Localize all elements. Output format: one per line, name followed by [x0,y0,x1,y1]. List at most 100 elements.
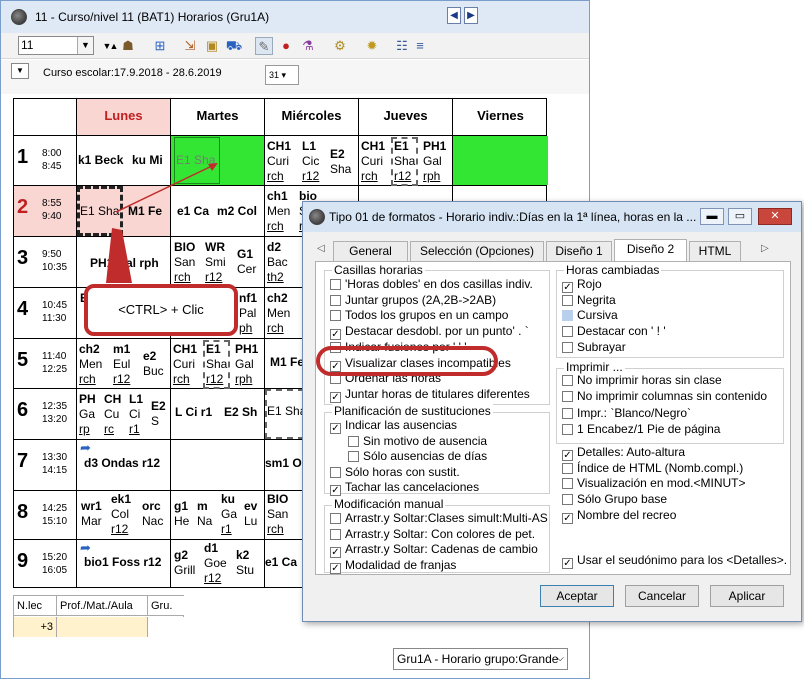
checkbox-option[interactable]: ✓ Detalles: Auto-altura [562,446,685,461]
lesson-cell[interactable]: e2 Buc [143,349,164,379]
lesson-cell[interactable]: E2 Sh [224,405,257,420]
lesson-cell[interactable]: BIO San rch [174,240,195,285]
flask-icon[interactable]: ⚗ [299,37,317,55]
day-header-martes[interactable]: Martes [171,99,264,135]
tab-diseno-1[interactable]: Diseño 1 [546,241,612,261]
lesson-cell[interactable]: M1 Fe [270,355,304,370]
lesson-cell[interactable]: ch1 Men rch [267,189,290,234]
plus-grid-icon[interactable]: ⊞ [151,37,169,55]
checkbox-icon[interactable] [330,279,341,290]
checkbox-option[interactable]: Todos los grupos en un campo [330,309,508,324]
checkbox-option[interactable]: Negrita [562,293,616,309]
checkbox-option[interactable]: ✓ Tachar las cancelaciones [330,481,479,496]
checkbox-icon[interactable] [562,310,573,322]
scroll-right-icon[interactable]: ▷ [761,243,769,254]
checkbox-option[interactable]: 'Horas dobles' en dos casillas indiv. [330,278,533,293]
group-selector[interactable]: Gru1A - Horario grupo:Grande ⌵ [393,648,568,670]
table-cell[interactable]: +3 [14,617,56,637]
checkmark-icon[interactable]: ✓ [330,329,341,341]
chevron-down-icon[interactable]: ⌵ [556,649,564,669]
tab-html[interactable]: HTML [689,241,741,261]
checkbox-option[interactable]: Arrastr.y Soltar:Clases simult:Multi-AS [330,512,548,527]
people-icon[interactable]: ☗ [119,37,137,55]
checkbox-icon[interactable] [330,528,341,540]
previous-icon[interactable]: ◀ [447,7,461,24]
lesson-cell[interactable]: ev Lu [244,499,257,529]
lesson-cell[interactable]: PH Ga rp [79,392,96,437]
lesson-cell[interactable]: M1 Fe [128,204,162,219]
lesson-cell[interactable]: CH1 Curi rch [361,139,385,184]
chevron-down-icon[interactable]: ▼ [77,37,93,54]
checkmark-icon[interactable]: ✓ [330,423,341,434]
checkbox-option[interactable]: Arrastr.y Soltar: Con colores de pet. [330,527,535,543]
day-header-miercoles[interactable]: Miércoles [265,99,358,135]
maximize-icon[interactable]: ▭ [728,208,752,225]
checkbox-option[interactable]: Sólo Grupo base [562,493,667,508]
apply-button[interactable]: Aplicar [710,585,784,607]
people-icon[interactable]: ☷ [393,37,411,55]
lesson-cell[interactable]: d3 Ondas r12 [84,456,160,471]
lesson-cell[interactable]: e1 Ca [265,555,297,570]
export-icon[interactable]: ⇲ [181,37,199,55]
pin-icon[interactable]: ● [277,37,295,55]
day-header-lunes[interactable]: Lunes [77,99,170,135]
lesson-cell[interactable]: L1 Ci r1 [129,392,143,437]
checkbox-icon[interactable] [562,326,573,338]
checkbox-option[interactable]: Juntar grupos (2A,2B->2AB) [330,293,496,309]
checkmark-icon[interactable]: ✓ [330,485,341,496]
lesson-cell[interactable]: e1 Ca [177,204,209,219]
checkbox-option[interactable]: No imprimir columnas sin contenido [562,390,767,405]
checkbox-icon[interactable] [330,310,341,322]
checkbox-icon[interactable] [562,494,573,506]
lesson-cell[interactable]: sm1 O [265,456,302,471]
checkbox-option[interactable]: Cursiva [562,309,618,324]
day-header-jueves[interactable]: Jueves [359,99,452,135]
checkbox-option[interactable]: Sólo horas con sustit. [330,465,460,481]
lesson-cell[interactable]: PH1 Gal rph [423,139,446,184]
scroll-left-icon[interactable]: ◁ [317,243,325,254]
lesson-cell[interactable]: L1 Cic r12 [302,139,319,184]
lesson-cell[interactable]: ch2 Men rch [267,291,290,336]
checkbox-option[interactable]: Sólo ausencias de días [348,450,487,465]
next-icon[interactable]: ▶ [464,7,478,24]
lock-icon[interactable]: ▣ [203,37,221,55]
lesson-cell[interactable]: ku Ga r1 [221,492,237,537]
checkbox-icon[interactable] [330,513,341,524]
class-selector[interactable]: 11 ▼ [18,36,94,55]
tab-general[interactable]: General [333,241,408,261]
checkmark-icon[interactable]: ✓ [330,391,341,403]
checkbox-option[interactable]: Sin motivo de ausencia [348,434,487,450]
checkbox-option[interactable]: Destacar con ' ! ' [562,325,666,340]
table-cell[interactable] [56,617,147,637]
lesson-cell[interactable]: CH1 Curi rch [173,342,197,387]
lesson-cell[interactable]: E1 Sha [174,137,220,184]
checkbox-option[interactable]: ✓ Usar el seudónimo para los <Detalles>. [562,554,787,569]
lesson-cell[interactable]: d2 Bac th2 [267,240,288,285]
checkbox-icon[interactable] [562,294,573,306]
checkbox-icon[interactable] [330,294,341,306]
checkbox-icon[interactable] [562,407,573,419]
checkbox-icon[interactable] [562,391,573,403]
checkbox-icon[interactable] [348,435,359,447]
day-header-viernes[interactable]: Viernes [453,99,548,135]
lesson-cell[interactable]: bio1 Foss r12 [84,555,161,570]
lesson-cell-highlight[interactable] [453,136,548,185]
checkbox-icon[interactable] [348,451,359,462]
lesson-cell[interactable]: CH Cu rc [104,392,121,437]
lesson-cell[interactable]: E2 Sha [330,147,351,177]
lesson-cell[interactable]: k2 Stu [236,548,254,578]
lesson-cell[interactable]: g1 He [174,499,189,529]
lesson-cell[interactable]: BIO San rch [267,492,288,537]
lesson-cell[interactable]: m2 Col [217,204,257,219]
close-icon[interactable]: ✕ [758,208,792,225]
lesson-cell[interactable]: PH1 Gal rph [235,342,258,387]
checkbox-icon[interactable] [562,423,573,435]
pencil-icon[interactable]: ✎ [255,37,273,55]
checkbox-icon[interactable] [562,478,573,490]
lesson-cell[interactable]: m1 Eul r12 [113,342,130,387]
checkmark-icon[interactable]: ✓ [562,450,573,461]
checkmark-icon[interactable]: ✓ [330,563,341,575]
lesson-cell[interactable]: k1 Beck [78,153,123,168]
lesson-cell[interactable]: ku Mi [132,153,163,168]
cancel-button[interactable]: Cancelar [625,585,699,607]
